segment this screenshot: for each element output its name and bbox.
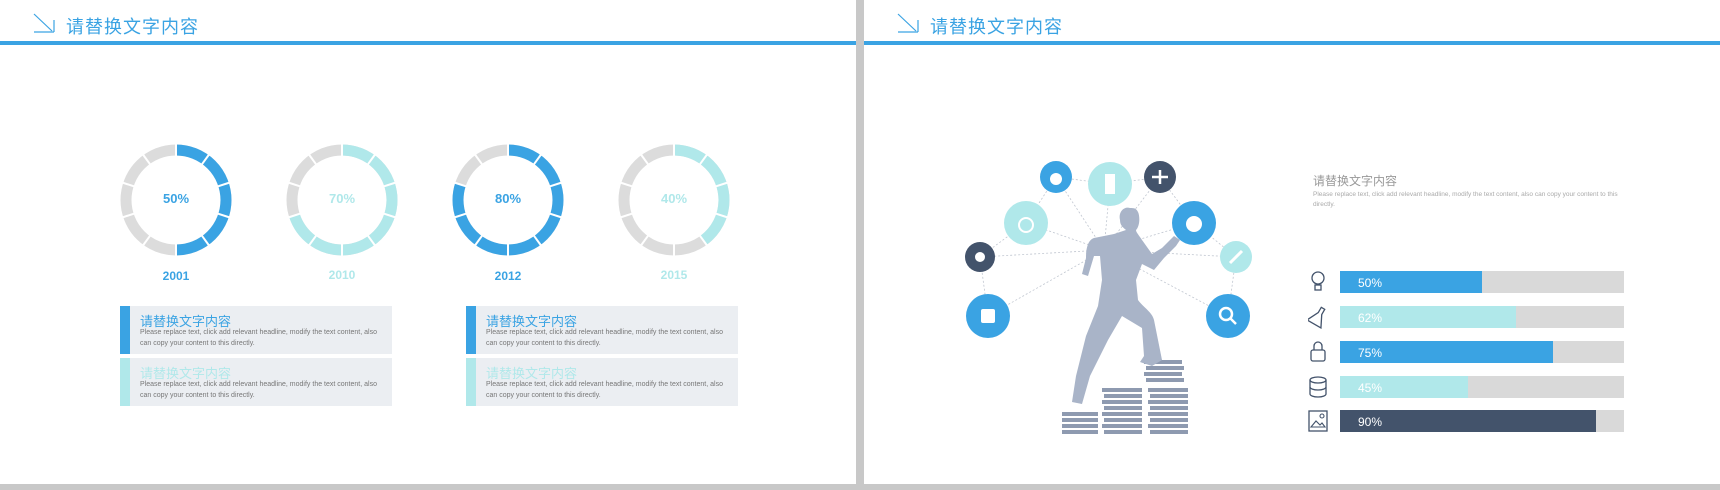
page-title: 请替换文字内容	[66, 17, 199, 37]
climbing-man-illustration	[965, 161, 1252, 434]
text-card: 请替换文字内容 Please replace text, click add re…	[466, 306, 738, 354]
text-card: 请替换文字内容 Please replace text, click add re…	[466, 358, 738, 406]
donut-chart: 40%	[616, 142, 736, 262]
progress-row: 45%	[1308, 375, 1628, 399]
corner-arrow-icon	[33, 13, 55, 33]
progress-track: 90%	[1340, 410, 1624, 432]
donut-percent: 40%	[660, 191, 688, 206]
progress-label: 62%	[1358, 311, 1383, 325]
card-accent	[120, 306, 130, 354]
lightbulb-icon	[1308, 270, 1328, 294]
donut-year: 2001	[162, 269, 190, 283]
progress-label: 75%	[1358, 346, 1383, 360]
progress-row: 62%	[1305, 305, 1628, 330]
progress-track: 62%	[1340, 306, 1624, 328]
progress-track: 50%	[1340, 271, 1624, 293]
donut-chart: 70%	[284, 142, 404, 262]
corner-arrow-icon	[897, 13, 919, 33]
progress-label: 45%	[1358, 381, 1383, 395]
card-accent	[120, 358, 130, 406]
image-icon	[1308, 409, 1328, 433]
donut-percent: 80%	[494, 191, 522, 206]
slide-left: 请替换文字内容 50% 2001 70% 2010 80% 2012 40% 2015 请替换…	[0, 0, 856, 484]
progress-row: 75%	[1308, 340, 1628, 364]
progress-row: 90%	[1308, 409, 1628, 433]
page-title: 请替换文字内容	[930, 17, 1063, 37]
slide-right: 请替换文字内容 请替换文字内容 Please replace text, cli…	[864, 0, 1720, 484]
flask-icon	[1305, 305, 1328, 330]
slide-header: 请替换文字内容	[864, 0, 1720, 46]
donut-chart: 80%	[450, 142, 570, 262]
donut-percent: 70%	[328, 191, 356, 206]
card-body: Please replace text, click add relevant …	[140, 381, 377, 399]
card-body: Please replace text, click add relevant …	[486, 381, 723, 399]
progress-track: 75%	[1340, 341, 1624, 363]
donut-year: 2012	[494, 269, 522, 283]
card-accent	[466, 306, 476, 354]
text-card: 请替换文字内容 Please replace text, click add re…	[120, 306, 392, 354]
database-icon	[1308, 375, 1328, 399]
donut-percent: 50%	[162, 191, 190, 206]
donut-year: 2010	[328, 268, 356, 282]
lock-icon	[1308, 340, 1328, 364]
donut-year: 2015	[660, 268, 688, 282]
progress-track: 45%	[1340, 376, 1624, 398]
text-card: 请替换文字内容 Please replace text, click add re…	[120, 358, 392, 406]
card-body: Please replace text, click add relevant …	[486, 329, 723, 347]
card-body: Please replace text, click add relevant …	[140, 329, 377, 347]
slide-header: 请替换文字内容	[0, 0, 856, 46]
progress-label: 50%	[1358, 276, 1383, 290]
search-icon	[1206, 294, 1250, 338]
panel-title: 请替换文字内容	[1313, 174, 1398, 188]
donut-chart: 50%	[118, 142, 238, 262]
progress-row: 50%	[1308, 270, 1628, 294]
stopwatch-icon	[1004, 201, 1048, 245]
card-accent	[466, 358, 476, 406]
panel-body: Please replace text, click add relevant …	[1313, 191, 1618, 208]
header-rule	[0, 41, 856, 45]
header-rule	[864, 41, 1720, 45]
progress-label: 90%	[1358, 415, 1383, 429]
